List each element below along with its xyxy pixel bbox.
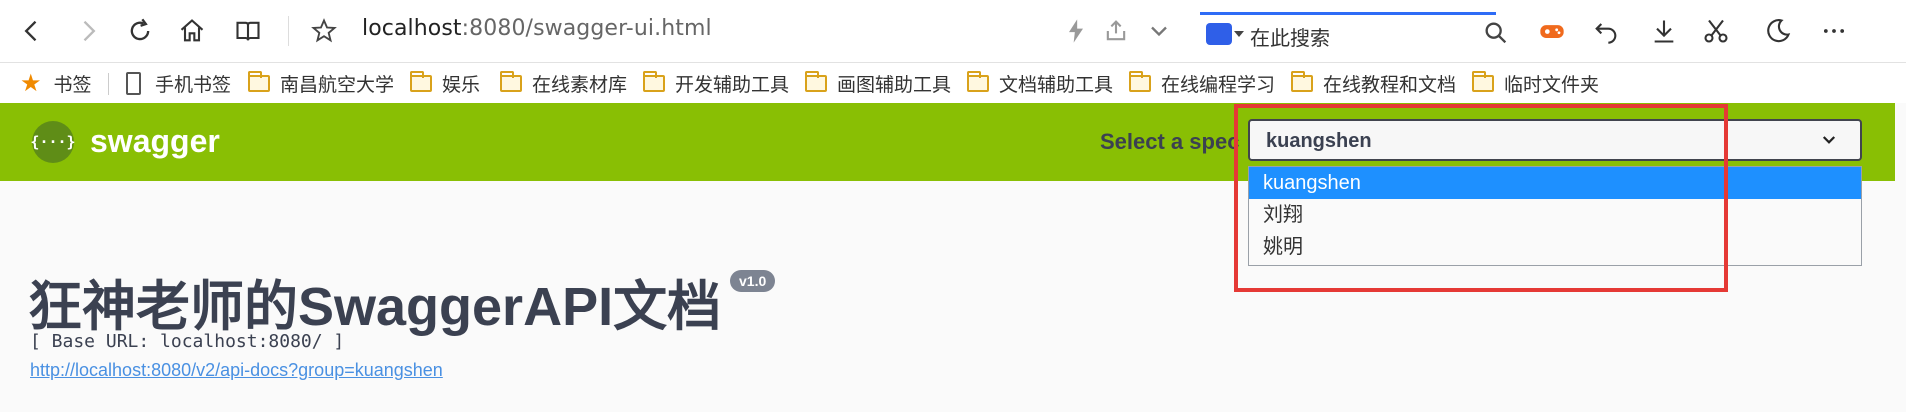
- address-bar[interactable]: localhost:8080/swagger-ui.html: [362, 16, 712, 41]
- api-title: 狂神老师的SwaggerAPI文档: [28, 277, 722, 337]
- moon-icon[interactable]: [1762, 15, 1794, 47]
- spec-option[interactable]: 姚明: [1249, 231, 1861, 263]
- chevron-down-icon[interactable]: [1143, 15, 1175, 47]
- bookmark-label: 娱乐: [442, 74, 481, 96]
- phone-icon: [126, 71, 141, 95]
- bookmark-label: 在线教程和文档: [1323, 74, 1457, 96]
- bookmark-mobile[interactable]: 手机书签: [126, 69, 231, 97]
- version-badge: v1.0: [730, 270, 776, 292]
- folder-icon: [1291, 70, 1313, 92]
- bookmark-label: 南昌航空大学: [280, 74, 395, 96]
- bookmark-label: 文档辅助工具: [999, 74, 1114, 96]
- folder-icon: [805, 70, 827, 92]
- browser-toolbar: localhost:8080/swagger-ui.html 在此搜索: [0, 0, 1906, 63]
- bookmark-folder[interactable]: 在线编程学习: [1129, 69, 1275, 97]
- engine-caret-icon[interactable]: [1234, 31, 1244, 37]
- folder-icon: [248, 70, 270, 92]
- swagger-brand[interactable]: swagger: [90, 123, 220, 160]
- reader-icon[interactable]: [232, 15, 264, 47]
- bookmark-folder[interactable]: 南昌航空大学: [248, 69, 394, 97]
- reload-icon[interactable]: [124, 15, 156, 47]
- download-icon[interactable]: [1648, 15, 1680, 47]
- scissors-icon[interactable]: [1700, 15, 1732, 47]
- bookmark-label: 手机书签: [155, 74, 232, 96]
- bookmarks-bar: ★ 书签 手机书签 南昌航空大学 娱乐 在线素材库 开发辅助工具 画图辅助工具 …: [0, 63, 1906, 103]
- bookmark-folder[interactable]: 画图辅助工具: [805, 69, 951, 97]
- api-docs-link[interactable]: http://localhost:8080/v2/api-docs?group=…: [30, 360, 443, 381]
- star-icon[interactable]: [308, 15, 340, 47]
- folder-icon: [410, 70, 432, 92]
- bookmark-label: 书签: [53, 74, 92, 96]
- baidu-logo-icon[interactable]: [1206, 23, 1232, 45]
- toolbar-divider: [288, 16, 289, 46]
- chevron-down-icon: [1822, 136, 1836, 144]
- search-input[interactable]: 在此搜索: [1250, 22, 1330, 51]
- bookmark-folder[interactable]: 娱乐: [410, 69, 480, 97]
- bookmark-divider: [108, 73, 109, 95]
- swagger-logo-icon[interactable]: {···}: [30, 121, 76, 163]
- bookmark-label: 临时文件夹: [1504, 74, 1600, 96]
- lightning-icon[interactable]: [1060, 15, 1092, 47]
- spec-option[interactable]: kuangshen: [1249, 167, 1861, 199]
- bookmark-folder[interactable]: 文档辅助工具: [967, 69, 1113, 97]
- url-host: localhost: [362, 16, 462, 41]
- more-icon[interactable]: [1818, 15, 1850, 47]
- url-path: :8080/swagger-ui.html: [461, 16, 712, 41]
- back-icon[interactable]: [16, 15, 48, 47]
- folder-icon: [967, 70, 989, 92]
- bookmark-folder[interactable]: 开发辅助工具: [643, 69, 789, 97]
- spec-select-value: kuangshen: [1266, 130, 1372, 152]
- home-icon[interactable]: [176, 15, 208, 47]
- spec-select-label: Select a spec: [1100, 129, 1240, 154]
- bookmark-folder[interactable]: 在线教程和文档: [1291, 69, 1456, 97]
- bookmark-label: 在线编程学习: [1161, 74, 1276, 96]
- folder-icon: [500, 70, 522, 92]
- bookmark-folder[interactable]: 临时文件夹: [1472, 69, 1599, 97]
- folder-icon: [643, 70, 665, 92]
- bookmark-label: 画图辅助工具: [837, 74, 952, 96]
- base-url: [ Base URL: localhost:8080/ ]: [30, 331, 345, 352]
- folder-icon: [1472, 70, 1494, 92]
- share-icon[interactable]: [1100, 15, 1132, 47]
- bookmark-label: 开发辅助工具: [675, 74, 790, 96]
- spec-option[interactable]: 刘翔: [1249, 199, 1861, 231]
- search-icon[interactable]: [1480, 17, 1512, 49]
- forward-icon[interactable]: [72, 15, 104, 47]
- bookmark-folder[interactable]: 在线素材库: [500, 69, 627, 97]
- bookmark-favorites[interactable]: ★ 书签: [20, 69, 92, 97]
- spec-select[interactable]: kuangshen: [1248, 119, 1862, 161]
- folder-icon: [1129, 70, 1151, 92]
- star-icon: ★: [20, 69, 42, 97]
- game-icon[interactable]: [1536, 15, 1568, 47]
- spec-dropdown-list: kuangshen 刘翔 姚明: [1248, 166, 1862, 266]
- bookmark-label: 在线素材库: [532, 74, 628, 96]
- undo-icon[interactable]: [1590, 15, 1622, 47]
- search-box[interactable]: 在此搜索: [1200, 12, 1507, 53]
